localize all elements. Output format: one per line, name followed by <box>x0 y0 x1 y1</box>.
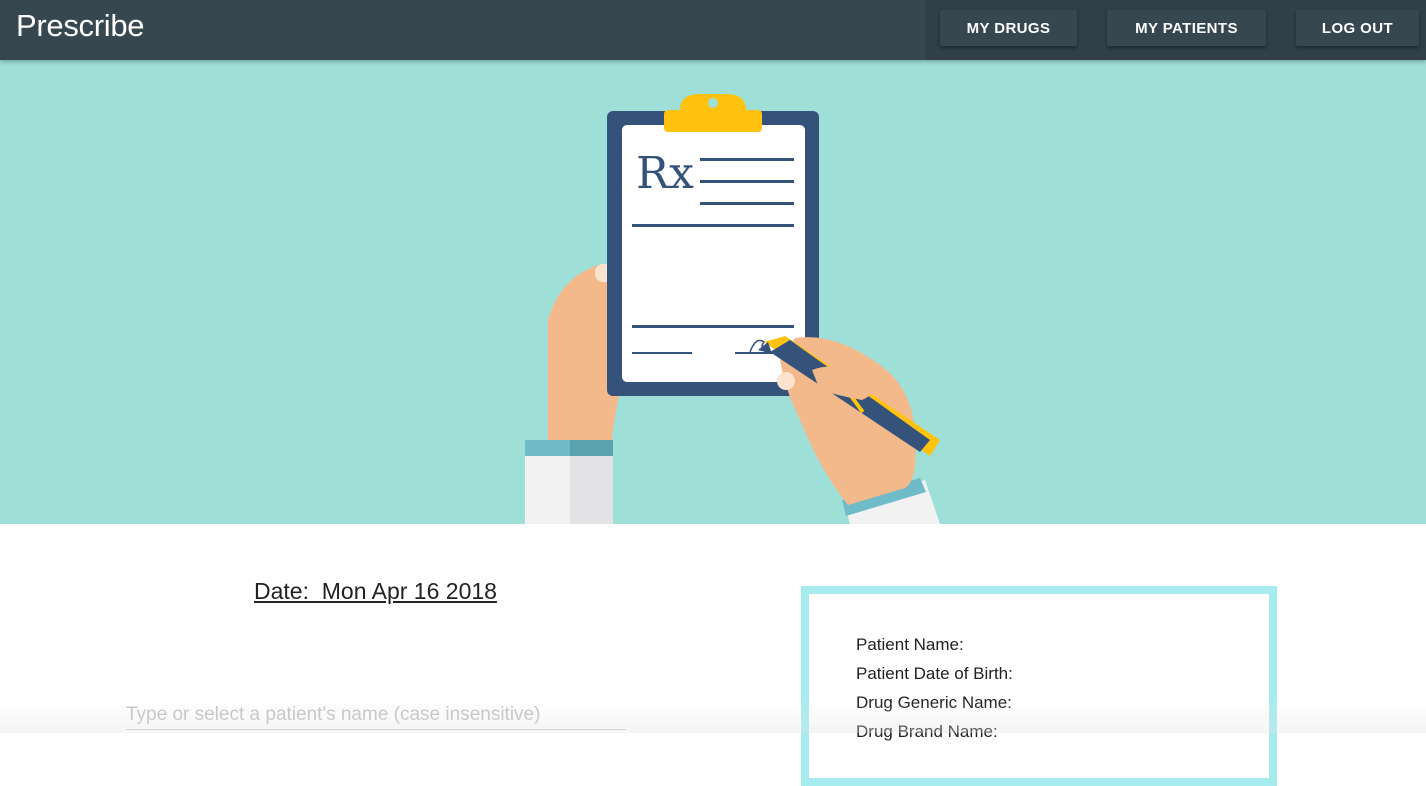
patient-name-input[interactable] <box>126 701 626 730</box>
drug-generic-name-label: Drug Generic Name: <box>856 693 1012 712</box>
prescription-summary-card: Patient Name: Patient Date of Birth: Dru… <box>801 586 1277 786</box>
my-drugs-button[interactable]: MY DRUGS <box>940 10 1077 46</box>
clipboard-prescription-illustration: Rx <box>525 94 940 524</box>
left-sleeve <box>525 440 613 524</box>
log-out-button[interactable]: LOG OUT <box>1296 10 1419 46</box>
drug-brand-name-label: Drug Brand Name: <box>856 722 998 741</box>
patient-dob-label: Patient Date of Birth: <box>856 664 1013 683</box>
rx-icon: Rx <box>636 148 694 199</box>
brand-title[interactable]: Prescribe <box>16 8 145 44</box>
top-navbar: Prescribe MY DRUGS MY PATIENTS LOG OUT <box>0 0 1426 60</box>
my-patients-button[interactable]: MY PATIENTS <box>1107 10 1266 46</box>
patient-name-label: Patient Name: <box>856 635 964 654</box>
prescription-date: Date: Mon Apr 16 2018 <box>254 578 497 604</box>
hero-banner: Rx <box>0 60 1426 524</box>
summary-field-list: Patient Name: Patient Date of Birth: Dru… <box>856 630 1013 746</box>
